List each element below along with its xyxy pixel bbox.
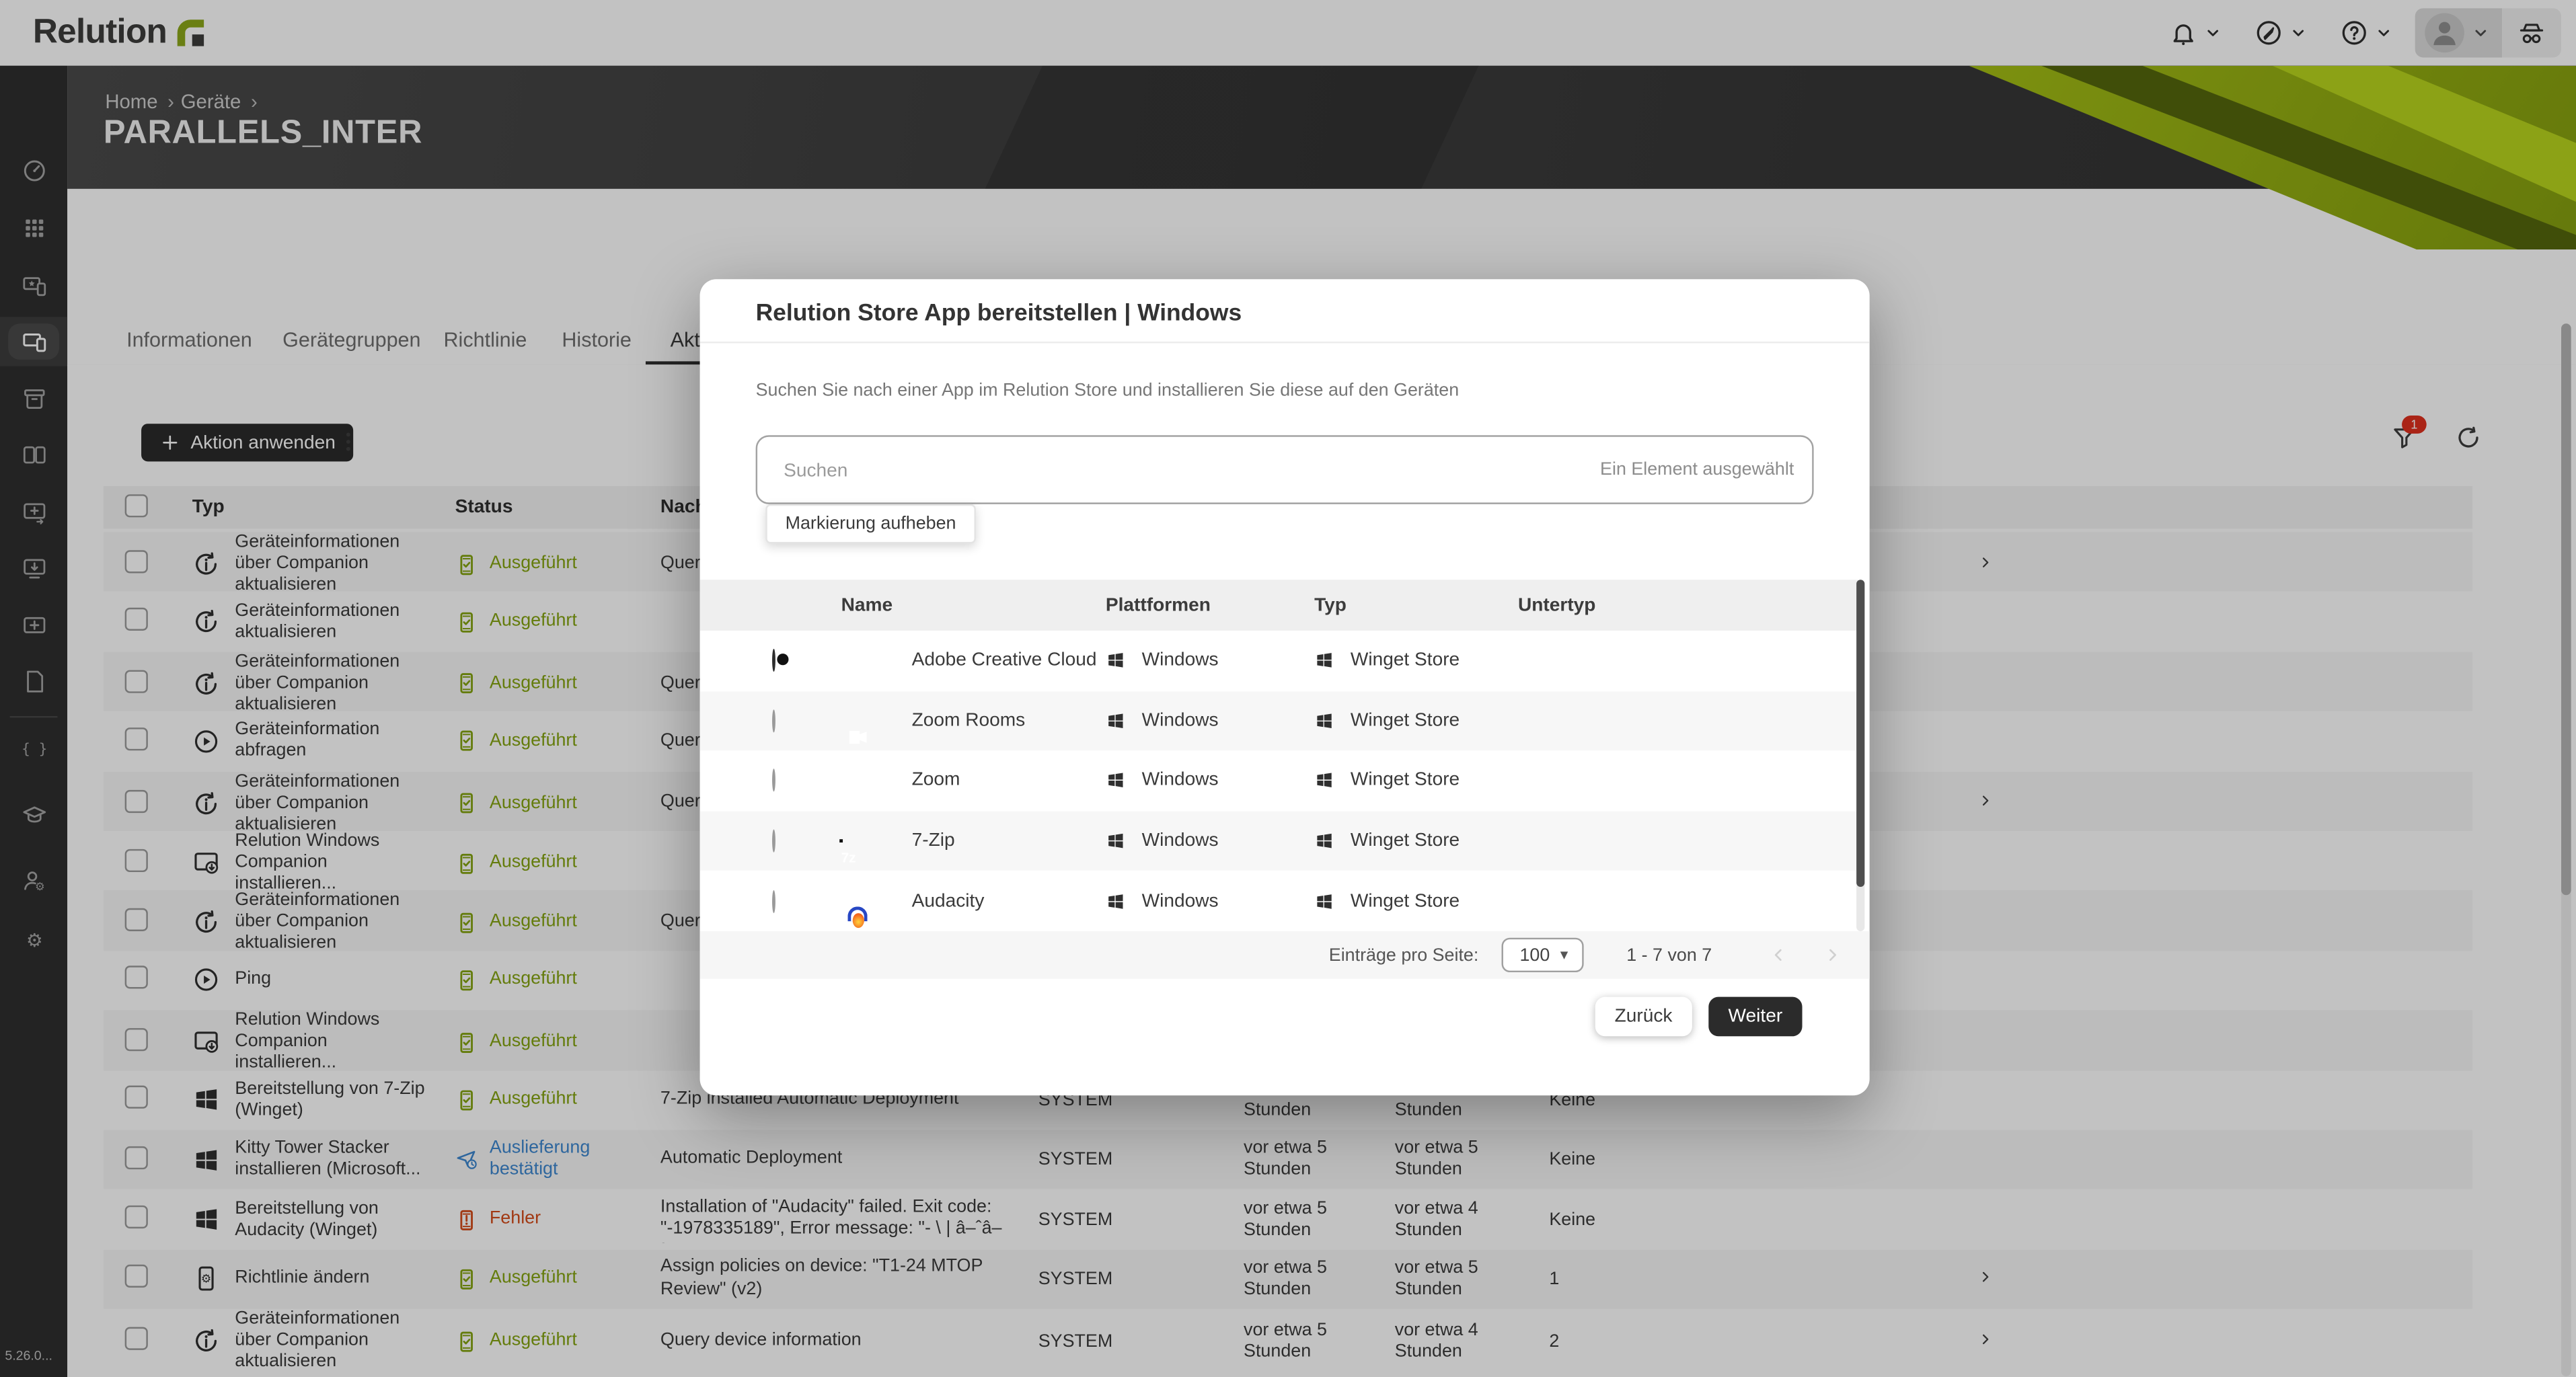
windows-icon	[1314, 831, 1334, 851]
relution-app-window: Relution 5.26.0... Home › Geräte › PARAL…	[0, 0, 2576, 1377]
search-input[interactable]	[780, 436, 1510, 506]
pagination-range: 1 - 7 von 7	[1626, 945, 1712, 966]
selection-info: Ein Element ausgewählt	[1600, 459, 1794, 480]
windows-icon	[1314, 651, 1334, 670]
clear-selection-button[interactable]: Markierung aufheben	[765, 504, 976, 544]
app-radio[interactable]	[772, 769, 775, 793]
page-previous-chevron[interactable]	[1768, 944, 1789, 966]
app-row-zoom-rooms[interactable]: Zoom Rooms Windows Winget Store	[699, 691, 1858, 751]
app-radio[interactable]	[772, 829, 775, 853]
windows-icon	[1314, 771, 1334, 791]
col-name[interactable]: Name	[841, 595, 1106, 615]
dialog-description: Suchen Sie nach einer App im Relution St…	[755, 381, 1460, 401]
windows-icon	[1106, 831, 1125, 851]
app-table-scrollbar[interactable]	[1856, 580, 1865, 931]
chevron-down-icon: ▼	[1557, 947, 1571, 963]
app-row-adobe-creative-cloud[interactable]: Adobe Creative Cloud Windows Winget Stor…	[700, 631, 1858, 691]
windows-icon	[1106, 771, 1125, 791]
windows-icon	[1314, 711, 1334, 730]
app-radio[interactable]	[772, 890, 775, 913]
app-search-field: Ein Element ausgewählt	[755, 435, 1814, 506]
windows-icon	[1314, 892, 1334, 911]
app-table-header: Name Plattformen Typ Untertyp	[699, 580, 1858, 631]
app-table-scrollbar-thumb[interactable]	[1856, 580, 1865, 888]
next-button[interactable]: Weiter	[1708, 996, 1803, 1036]
windows-icon	[1106, 892, 1125, 911]
dialog-title-divider	[699, 340, 1870, 343]
col-untertyp[interactable]: Untertyp	[1518, 595, 1858, 615]
col-plattformen[interactable]: Plattformen	[1106, 595, 1314, 615]
app-radio[interactable]	[772, 709, 775, 733]
windows-icon	[1106, 711, 1125, 730]
windows-icon	[1106, 651, 1125, 670]
col-typ[interactable]: Typ	[1314, 595, 1518, 615]
dialog-title: Relution Store App bereitstellen | Windo…	[755, 300, 1242, 327]
per-page-label: Einträge pro Seite:	[1328, 945, 1479, 966]
store-app-dialog: Relution Store App bereitstellen | Windo…	[699, 279, 1870, 1096]
page-next-chevron[interactable]	[1822, 944, 1844, 966]
app-row-7zip[interactable]: 7-Zip Windows Winget Store	[699, 811, 1858, 871]
back-button[interactable]: Zurück	[1595, 996, 1692, 1036]
per-page-select[interactable]: 100 ▼	[1501, 937, 1584, 973]
app-row-audacity[interactable]: Audacity Windows Winget Store	[700, 871, 1858, 931]
pagination-bar: Einträge pro Seite: 100 ▼ 1 - 7 von 7	[699, 931, 1870, 979]
app-row-zoom[interactable]: Zoom Windows Winget Store	[700, 751, 1858, 811]
app-radio-selected[interactable]	[772, 649, 775, 672]
